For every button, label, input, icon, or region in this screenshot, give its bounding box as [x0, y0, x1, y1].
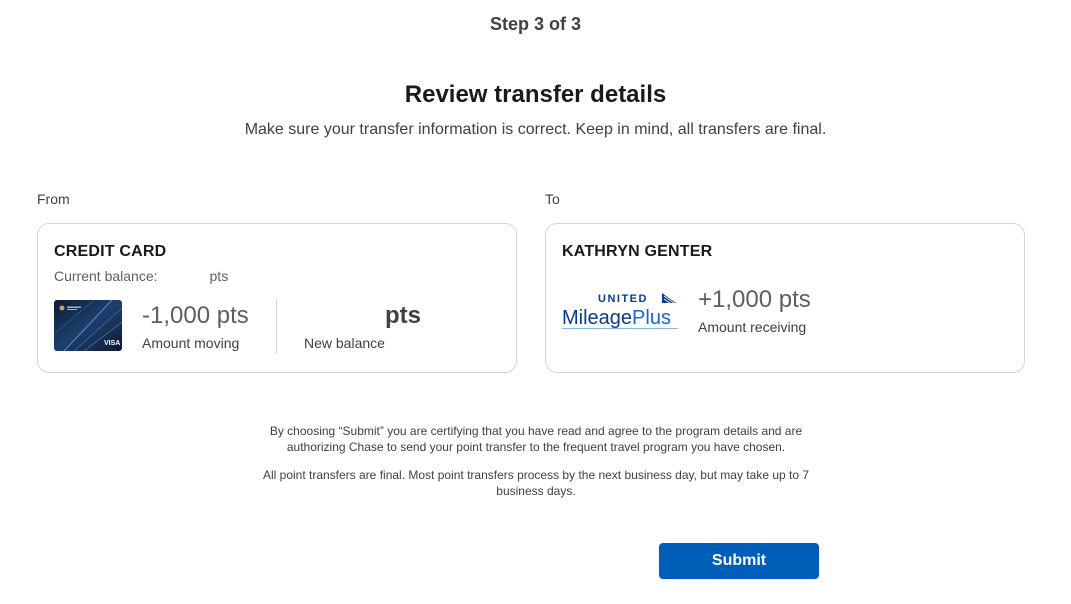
- mileageplus-logo: UNITED MileagePlus: [561, 290, 681, 332]
- new-balance-value: pts: [385, 302, 421, 329]
- credit-card-icon: VISA: [54, 300, 122, 351]
- transfer-review-page: Step 3 of 3 Review transfer details Make…: [0, 0, 1071, 604]
- to-card: KATHRYN GENTER UNITED MileagePlus +1,000…: [545, 223, 1025, 373]
- united-globe-mark: [662, 293, 676, 304]
- current-balance-label: Current balance:: [54, 268, 158, 284]
- amount-receiving-caption: Amount receiving: [698, 319, 807, 335]
- amount-receiving-value: +1,000 pts: [698, 286, 811, 313]
- disclaimer-final: All point transfers are final. Most poin…: [262, 468, 810, 498]
- to-label: To: [545, 191, 560, 207]
- current-balance-row: Current balance: pts: [54, 268, 228, 284]
- visa-mark: VISA: [104, 340, 120, 347]
- logo-mileage-text: MileagePlus: [562, 307, 671, 329]
- amount-moving-value: -1,000 pts: [142, 302, 249, 329]
- step-indicator: Step 3 of 3: [489, 14, 582, 34]
- current-balance-unit: pts: [209, 268, 229, 284]
- page-subtitle: Make sure your transfer information is c…: [244, 121, 827, 138]
- page-title: Review transfer details: [404, 81, 667, 108]
- new-balance-caption: New balance: [304, 335, 385, 351]
- from-card: CREDIT CARD Current balance: pts VISA -1…: [37, 223, 517, 373]
- from-card-title: CREDIT CARD: [54, 243, 167, 260]
- card-divider: [276, 299, 277, 354]
- amount-moving-caption: Amount moving: [142, 335, 240, 351]
- credit-card-image: VISA: [54, 300, 122, 351]
- from-label: From: [37, 191, 70, 207]
- mileageplus-logo-icon: UNITED MileagePlus: [562, 293, 678, 329]
- submit-button[interactable]: Submit: [659, 543, 819, 579]
- to-card-title: KATHRYN GENTER: [562, 243, 713, 260]
- disclaimer-certify: By choosing “Submit” you are certifying …: [269, 424, 803, 454]
- logo-united-text: UNITED: [598, 293, 648, 305]
